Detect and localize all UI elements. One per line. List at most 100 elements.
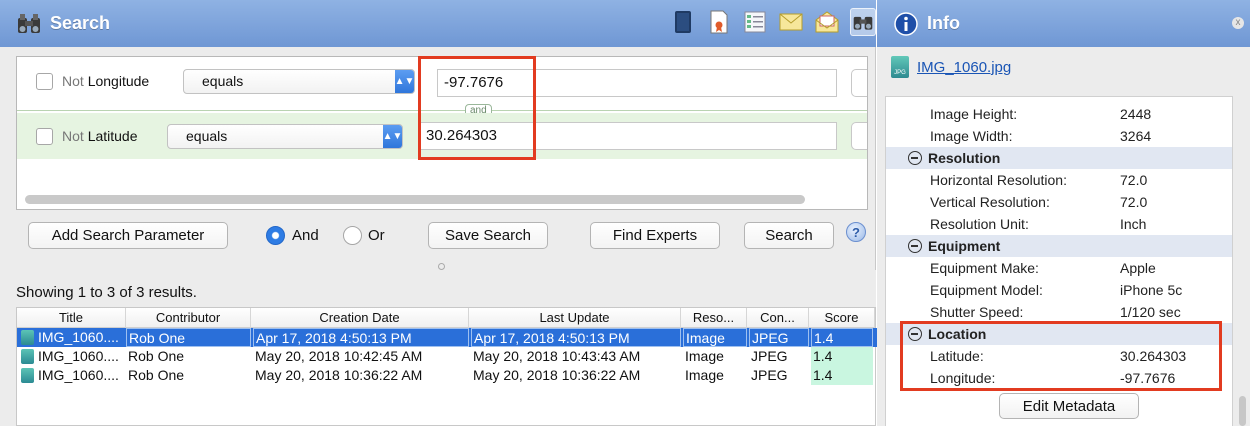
image-file-icon xyxy=(21,349,34,364)
cell-title: IMG_1060.... xyxy=(17,366,126,385)
envelope-icon[interactable] xyxy=(778,8,804,36)
metadata-row: Equipment Model: iPhone 5c xyxy=(930,282,1183,298)
file-name-link[interactable]: IMG_1060.jpg xyxy=(917,59,1011,76)
operator-select-latitude[interactable]: equals ▲▼ xyxy=(167,123,403,149)
cell-title: IMG_1060.... xyxy=(17,328,126,347)
search-titlebar: Search xyxy=(0,0,876,47)
value-field-longitude[interactable]: -97.7676 xyxy=(437,69,837,97)
metadata-list: Image Height: 2448 Image Width: 3264 Resol… xyxy=(885,96,1233,426)
metadata-row: Equipment Make: Apple xyxy=(930,260,1156,276)
search-controls: Add Search Parameter And Or Save Search … xyxy=(0,222,876,252)
cell-resource: Image xyxy=(685,348,724,364)
section-equipment[interactable]: Equipment xyxy=(886,235,1232,257)
info-vertical-scrollbar[interactable] xyxy=(1239,396,1246,426)
cell-creation-date: Apr 17, 2018 4:50:13 PM xyxy=(253,328,469,347)
add-search-parameter-button[interactable]: Add Search Parameter xyxy=(28,222,228,249)
cell-contributor: Rob One xyxy=(128,367,185,383)
search-panel: Search Not Longitude equals ▲▼ -97.7676 … xyxy=(0,0,877,426)
not-checkbox-latitude[interactable] xyxy=(36,127,53,145)
metadata-row: Image Height: 2448 xyxy=(930,106,1152,122)
not-label-latitude: Not Latitude xyxy=(62,128,138,144)
cell-last-update: Apr 17, 2018 4:50:13 PM xyxy=(471,328,681,347)
metadata-row: Resolution Unit: Inch xyxy=(930,216,1147,232)
collapse-icon[interactable] xyxy=(908,151,922,165)
collapse-icon[interactable] xyxy=(908,239,922,253)
help-icon[interactable]: ? xyxy=(846,222,866,242)
cell-score: 1.4 xyxy=(811,366,873,385)
results-table-header: Title Contributor Creation Date Last Upd… xyxy=(17,308,875,328)
table-row[interactable]: IMG_1060.... Rob One Apr 17, 2018 4:50:1… xyxy=(17,328,877,347)
operator-select-longitude[interactable]: equals ▲▼ xyxy=(183,68,415,94)
split-handle[interactable] xyxy=(438,263,445,270)
value-field-latitude[interactable]: 30.264303 xyxy=(419,122,837,150)
results-table: Title Contributor Creation Date Last Upd… xyxy=(16,307,877,426)
save-search-button[interactable]: Save Search xyxy=(428,222,548,249)
list-form-icon[interactable] xyxy=(742,8,768,36)
and-radio-label[interactable]: And xyxy=(292,227,319,244)
column-header-last-update[interactable]: Last Update xyxy=(469,308,681,328)
column-header-content[interactable]: Con... xyxy=(747,308,809,328)
not-checkbox-longitude[interactable] xyxy=(36,72,53,90)
metadata-row-longitude: Longitude: -97.7676 xyxy=(930,370,1176,386)
binoculars-icon xyxy=(16,11,42,37)
cell-content: JPEG xyxy=(749,328,809,347)
image-file-icon xyxy=(21,368,34,383)
cell-score: 1.4 xyxy=(811,328,873,347)
cell-contributor: Rob One xyxy=(128,348,185,364)
results-area: Showing 1 to 3 of 3 results. Title Contr… xyxy=(0,270,877,426)
cell-creation-date: May 20, 2018 10:42:45 AM xyxy=(255,348,423,364)
table-row[interactable]: IMG_1060.... Rob One May 20, 2018 10:36:… xyxy=(17,366,877,385)
criterion-row-longitude: Not Longitude equals ▲▼ -97.7676 xyxy=(17,59,867,103)
file-link[interactable]: JPG IMG_1060.jpg xyxy=(891,56,1011,78)
metadata-row-latitude: Latitude: 30.264303 xyxy=(930,348,1187,364)
cell-content: JPEG xyxy=(751,348,788,364)
column-header-contributor[interactable]: Contributor xyxy=(126,308,251,328)
cell-last-update: May 20, 2018 10:43:43 AM xyxy=(473,348,641,364)
collapse-icon[interactable] xyxy=(908,327,922,341)
not-label-longitude: Not Longitude xyxy=(62,73,150,89)
jpg-file-icon: JPG xyxy=(891,56,909,78)
cell-content: JPEG xyxy=(751,367,788,383)
cell-last-update: May 20, 2018 10:36:22 AM xyxy=(473,367,641,383)
and-radio[interactable] xyxy=(266,226,285,245)
select-arrows-icon: ▲▼ xyxy=(395,69,414,93)
and-divider xyxy=(17,110,867,111)
open-envelope-icon[interactable] xyxy=(814,8,840,36)
cell-title: IMG_1060.... xyxy=(17,347,126,366)
info-icon xyxy=(893,11,919,37)
or-radio-label[interactable]: Or xyxy=(368,227,385,244)
binoculars-toolbar-icon[interactable] xyxy=(850,8,876,36)
cell-contributor: Rob One xyxy=(126,328,251,347)
notebook-icon[interactable] xyxy=(670,8,696,36)
document-ribbon-icon[interactable] xyxy=(706,8,732,36)
extra-field-latitude[interactable] xyxy=(851,122,867,150)
or-radio[interactable] xyxy=(343,226,362,245)
find-experts-button[interactable]: Find Experts xyxy=(590,222,720,249)
info-panel: Info x JPG IMG_1060.jpg Image Height: 244… xyxy=(877,0,1250,426)
extra-field-longitude[interactable] xyxy=(851,69,867,97)
table-row[interactable]: IMG_1060.... Rob One May 20, 2018 10:42:… xyxy=(17,347,877,366)
search-title: Search xyxy=(50,13,111,33)
cell-resource: Image xyxy=(685,367,724,383)
section-location[interactable]: Location xyxy=(886,323,1232,345)
metadata-row: Vertical Resolution: 72.0 xyxy=(930,194,1148,210)
criteria-horizontal-scrollbar[interactable] xyxy=(25,195,805,204)
search-toolbar xyxy=(670,8,876,36)
search-button[interactable]: Search xyxy=(744,222,834,249)
column-header-creation-date[interactable]: Creation Date xyxy=(251,308,469,328)
info-title: Info xyxy=(927,13,960,33)
cell-creation-date: May 20, 2018 10:36:22 AM xyxy=(255,367,423,383)
cell-resource: Image xyxy=(683,328,747,347)
select-arrows-icon: ▲▼ xyxy=(383,124,402,148)
search-criteria-box: Not Longitude equals ▲▼ -97.7676 and Not… xyxy=(16,56,868,210)
section-resolution[interactable]: Resolution xyxy=(886,147,1232,169)
results-summary: Showing 1 to 3 of 3 results. xyxy=(16,284,197,301)
metadata-row: Horizontal Resolution: 72.0 xyxy=(930,172,1148,188)
edit-metadata-button[interactable]: Edit Metadata xyxy=(999,393,1139,419)
cell-score: 1.4 xyxy=(811,347,873,366)
criterion-row-latitude: Not Latitude equals ▲▼ 30.264303 xyxy=(17,113,867,159)
column-header-resource[interactable]: Reso... xyxy=(681,308,747,328)
close-icon[interactable]: x xyxy=(1232,17,1244,29)
column-header-title[interactable]: Title xyxy=(17,308,126,328)
column-header-score[interactable]: Score xyxy=(809,308,875,328)
